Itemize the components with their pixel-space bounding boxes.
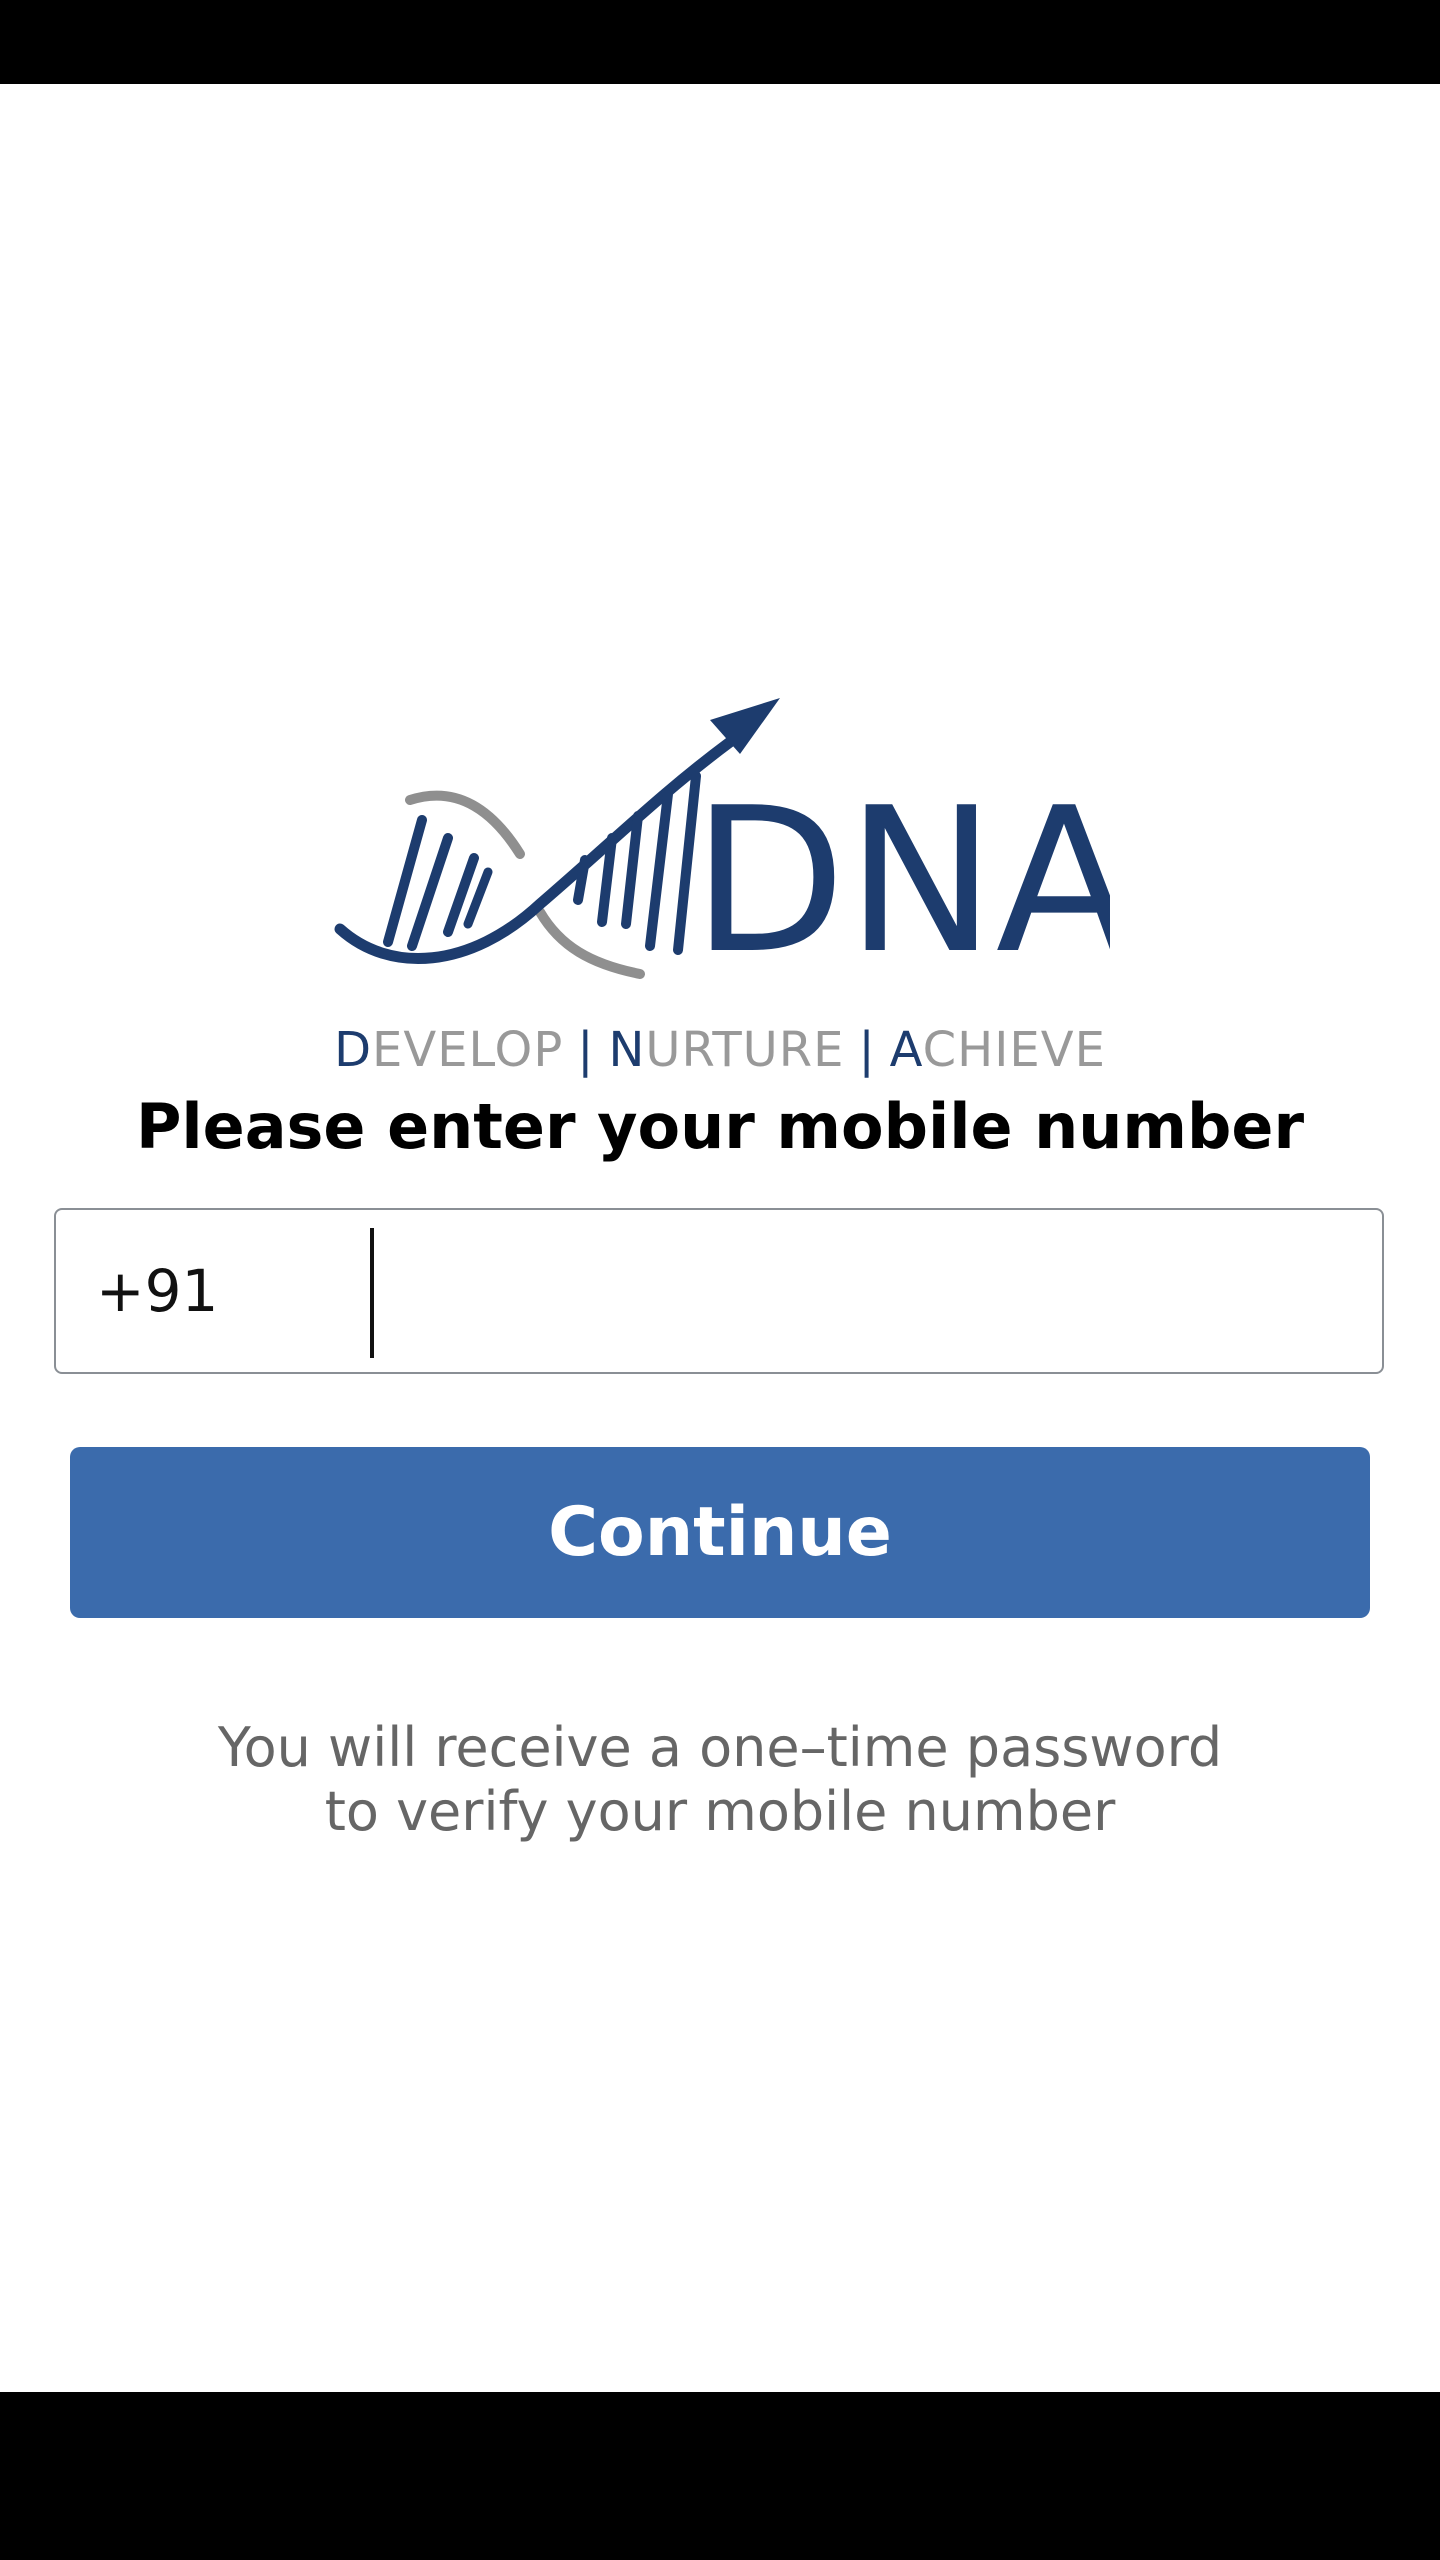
status-bar bbox=[0, 0, 1440, 84]
text-cursor bbox=[370, 1228, 374, 1358]
otp-info-line-1: You will receive a one–time password bbox=[217, 1716, 1223, 1779]
otp-info-text: You will receive a one–time password to … bbox=[0, 1716, 1440, 1844]
dna-wordmark: DNA bbox=[692, 765, 1110, 984]
otp-info-line-2: to verify your mobile number bbox=[324, 1780, 1116, 1843]
continue-button[interactable]: Continue bbox=[70, 1447, 1370, 1618]
tagline: DEVELOP | NURTURE | ACHIEVE bbox=[334, 1022, 1106, 1078]
country-code[interactable]: +91 bbox=[96, 1210, 218, 1372]
mobile-number-input[interactable] bbox=[306, 1226, 1382, 1354]
navigation-bar bbox=[0, 2392, 1440, 2560]
page-heading: Please enter your mobile number bbox=[135, 1090, 1305, 1163]
dna-logo: DNA bbox=[334, 698, 1110, 984]
mobile-number-field[interactable]: +91 bbox=[54, 1208, 1384, 1374]
